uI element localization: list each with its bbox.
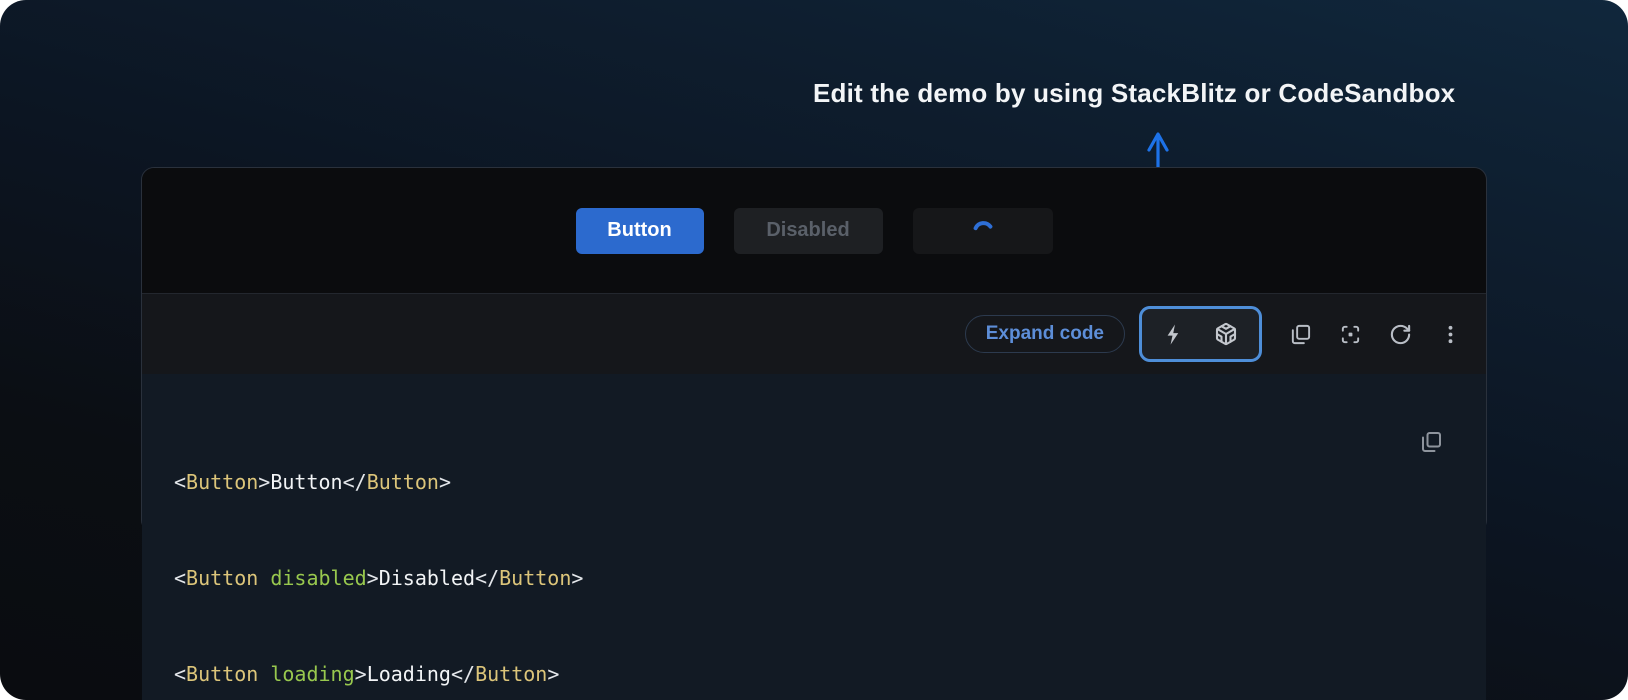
copy-icon (1289, 323, 1312, 346)
code-line: <Button disabled>Disabled</Button> (174, 562, 1416, 594)
code-line: <Button>Button</Button> (174, 466, 1416, 498)
lightning-icon (1163, 323, 1186, 346)
code-block: <Button>Button</Button> <Button disabled… (142, 374, 1486, 700)
expand-code-button[interactable]: Expand code (965, 315, 1125, 353)
codesandbox-button[interactable] (1214, 322, 1238, 346)
annotation-title: Edit the demo by using StackBlitz or Cod… (813, 78, 1455, 109)
copy-code-snippet-button[interactable] (1419, 400, 1456, 484)
guide-highlight-box (1139, 306, 1262, 362)
loading-spinner-icon (968, 216, 998, 246)
kebab-menu-icon (1439, 323, 1462, 346)
demo-primary-button[interactable]: Button (576, 208, 704, 254)
code-line: <Button loading>Loading</Button> (174, 658, 1416, 690)
codesandbox-cube-icon (1214, 322, 1238, 346)
demo-card: Button Disabled Expand code (141, 167, 1487, 533)
stackblitz-button[interactable] (1163, 323, 1186, 346)
more-actions-button[interactable] (1439, 323, 1462, 346)
refresh-demo-button[interactable] (1389, 323, 1412, 346)
copy-code-button[interactable] (1289, 323, 1312, 346)
demo-disabled-button[interactable]: Disabled (734, 208, 883, 254)
copy-icon (1419, 400, 1456, 484)
demo-loading-button[interactable] (913, 208, 1053, 254)
demo-preview-area: Button Disabled (142, 168, 1486, 294)
refresh-icon (1389, 323, 1412, 346)
page-background: Edit the demo by using StackBlitz or Cod… (0, 0, 1628, 700)
code-snippet-button[interactable] (1339, 323, 1362, 346)
demo-toolbar: Expand code (142, 294, 1486, 374)
focus-scan-icon (1339, 323, 1362, 346)
